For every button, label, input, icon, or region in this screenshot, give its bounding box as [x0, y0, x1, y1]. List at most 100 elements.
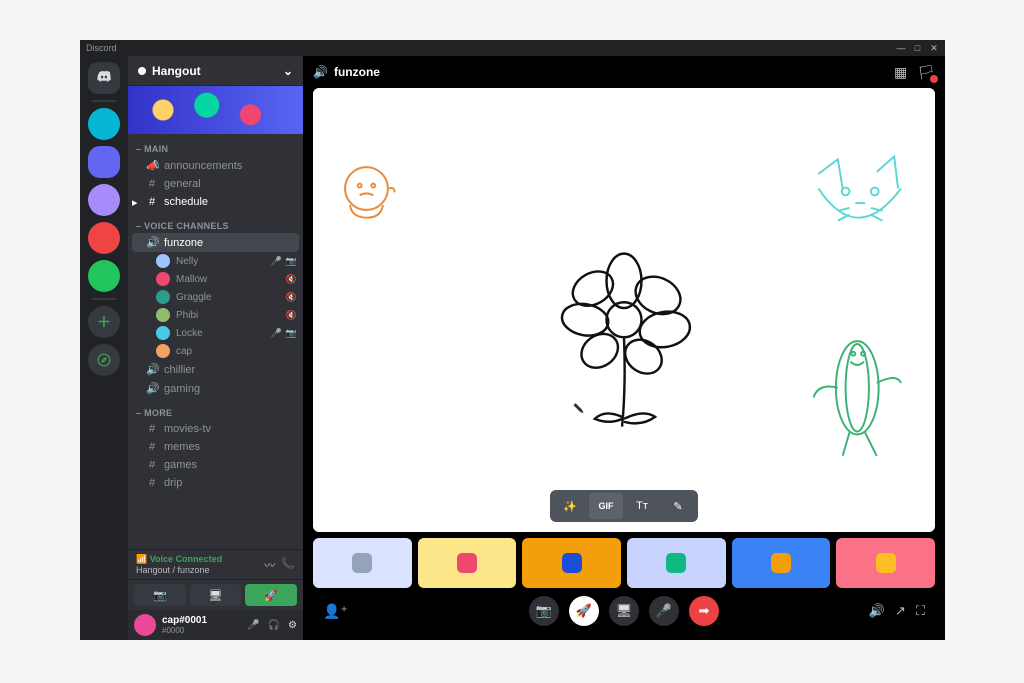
- speaker-icon: 🔊: [313, 65, 328, 79]
- server-banner: [128, 86, 303, 134]
- chevron-down-icon: ⌄: [283, 64, 293, 78]
- window-close-button[interactable]: ✕: [929, 43, 939, 54]
- disconnect-button[interactable]: 📞: [281, 557, 295, 573]
- mic-icon: 🎤: [271, 256, 282, 267]
- voice-action-bar: 📷 🖥 🚀: [128, 579, 303, 610]
- whiteboard-toolbar: ✨ GIF Tᴛ ✎: [550, 490, 698, 522]
- voice-member[interactable]: cap: [128, 342, 303, 360]
- hash-icon: #: [146, 441, 158, 453]
- section-main-label[interactable]: – MAIN: [128, 134, 303, 156]
- window-maximize-button[interactable]: □: [912, 43, 922, 53]
- speaker-icon: 🔊: [146, 382, 158, 395]
- mic-button[interactable]: 🎤: [649, 596, 679, 626]
- participant-tile[interactable]: [627, 538, 726, 588]
- user-tag: #0000: [162, 626, 207, 635]
- deafen-button[interactable]: 🎧: [268, 620, 280, 631]
- camera-icon: 📷: [286, 328, 297, 339]
- hash-icon: #: [146, 178, 158, 190]
- server-item[interactable]: [88, 222, 120, 254]
- call-controls: 👤⁺ 📷 🚀 🖥 🎤 ➡ 🔊 ↗ ⛶: [313, 592, 935, 634]
- voice-member[interactable]: Nelly🎤📷: [128, 252, 303, 270]
- pen-tool-button[interactable]: ✎: [661, 493, 695, 519]
- home-button[interactable]: [88, 62, 120, 94]
- whiteboard-canvas[interactable]: ✨ GIF Tᴛ ✎: [313, 88, 935, 532]
- section-voice-label[interactable]: – VOICE CHANNELS: [128, 211, 303, 233]
- mic-muted-icon: 🔇: [286, 292, 297, 303]
- add-server-button[interactable]: ＋: [88, 306, 120, 338]
- voice-member[interactable]: Graggle🔇: [128, 288, 303, 306]
- noise-suppression-button[interactable]: 〰: [264, 557, 275, 573]
- channel-drip[interactable]: #drip: [132, 474, 299, 492]
- channel-memes[interactable]: #memes: [132, 438, 299, 456]
- voice-member[interactable]: Locke🎤📷: [128, 324, 303, 342]
- voice-status-panel: 📶 Voice Connected Hangout / funzone 〰 📞: [128, 549, 303, 579]
- text-tool-button[interactable]: Tᴛ: [625, 493, 659, 519]
- channel-title: funzone: [334, 65, 380, 79]
- speaker-icon: 🔊: [146, 236, 158, 249]
- magic-tool-button[interactable]: ✨: [553, 493, 587, 519]
- popout-button[interactable]: ↗: [895, 603, 906, 619]
- channel-general[interactable]: #general: [132, 175, 299, 193]
- activities-button[interactable]: 🚀: [569, 596, 599, 626]
- channel-movies-tv[interactable]: #movies-tv: [132, 420, 299, 438]
- voice-channel-chillier[interactable]: 🔊chillier: [132, 360, 299, 379]
- activity-button[interactable]: 🚀: [245, 584, 297, 606]
- participant-tile[interactable]: [418, 538, 517, 588]
- rail-divider: [92, 100, 116, 102]
- rail-divider: [92, 298, 116, 300]
- volume-button[interactable]: 🔊: [869, 603, 885, 619]
- section-more-label[interactable]: – MORE: [128, 398, 303, 420]
- participant-tile[interactable]: [732, 538, 831, 588]
- participant-tile[interactable]: [313, 538, 412, 588]
- camera-toggle-button[interactable]: 📷: [134, 584, 186, 606]
- camera-icon: 📷: [286, 256, 297, 267]
- whiteboard-drawings: [313, 88, 935, 532]
- hash-icon: #: [146, 459, 158, 471]
- channel-sidebar: Hangout ⌄ – MAIN 📣announcements #general…: [128, 56, 303, 640]
- hash-icon: #: [146, 477, 158, 489]
- grid-view-button[interactable]: ▦: [894, 64, 907, 81]
- compass-icon: [97, 353, 111, 367]
- voice-location-label: Hangout / funzone: [136, 565, 222, 575]
- voice-channel-funzone[interactable]: 🔊funzone: [132, 233, 299, 252]
- speaker-icon: 🔊: [146, 363, 158, 376]
- fullscreen-button[interactable]: ⛶: [916, 603, 925, 619]
- explore-button[interactable]: [88, 344, 120, 376]
- hash-icon: #: [146, 196, 158, 208]
- hash-icon: #: [146, 423, 158, 435]
- app-title: Discord: [86, 43, 117, 53]
- participant-tile[interactable]: [522, 538, 621, 588]
- channel-games[interactable]: #games: [132, 456, 299, 474]
- user-panel: cap#0001 #0000 🎤 🎧 ⚙: [128, 610, 303, 640]
- voice-member[interactable]: Phibi🔇: [128, 306, 303, 324]
- server-item-selected[interactable]: [88, 146, 120, 178]
- main-area: 🔊 funzone ▦ 🏳: [303, 56, 945, 640]
- invite-button[interactable]: 👤⁺: [323, 603, 348, 620]
- server-rail: ＋: [80, 56, 128, 640]
- server-item[interactable]: [88, 184, 120, 216]
- window-titlebar: Discord — □ ✕: [80, 40, 945, 56]
- share-screen-button[interactable]: 🖥: [609, 596, 639, 626]
- voice-member[interactable]: Mallow🔇: [128, 270, 303, 288]
- user-name: cap#0001: [162, 615, 207, 626]
- voice-channel-gaming[interactable]: 🔊gaming: [132, 379, 299, 398]
- video-button[interactable]: 📷: [529, 596, 559, 626]
- channel-schedule[interactable]: ▸#schedule: [132, 193, 299, 211]
- screenshare-button[interactable]: 🖥: [190, 584, 242, 606]
- user-avatar[interactable]: [134, 614, 156, 636]
- gif-tool-button[interactable]: GIF: [589, 493, 623, 519]
- server-name: Hangout: [152, 64, 201, 78]
- mute-button[interactable]: 🎤: [247, 620, 259, 631]
- discord-logo-icon: [95, 69, 113, 87]
- participant-tile[interactable]: [836, 538, 935, 588]
- server-header[interactable]: Hangout ⌄: [128, 56, 303, 86]
- participant-tiles: [313, 532, 935, 592]
- channel-announcements[interactable]: 📣announcements: [132, 156, 299, 175]
- server-item[interactable]: [88, 108, 120, 140]
- settings-button[interactable]: ⚙: [288, 620, 297, 631]
- inbox-button[interactable]: 🏳: [917, 64, 935, 81]
- leave-call-button[interactable]: ➡: [689, 596, 719, 626]
- server-item[interactable]: [88, 260, 120, 292]
- channel-header: 🔊 funzone ▦ 🏳: [303, 56, 945, 88]
- window-minimize-button[interactable]: —: [896, 43, 906, 53]
